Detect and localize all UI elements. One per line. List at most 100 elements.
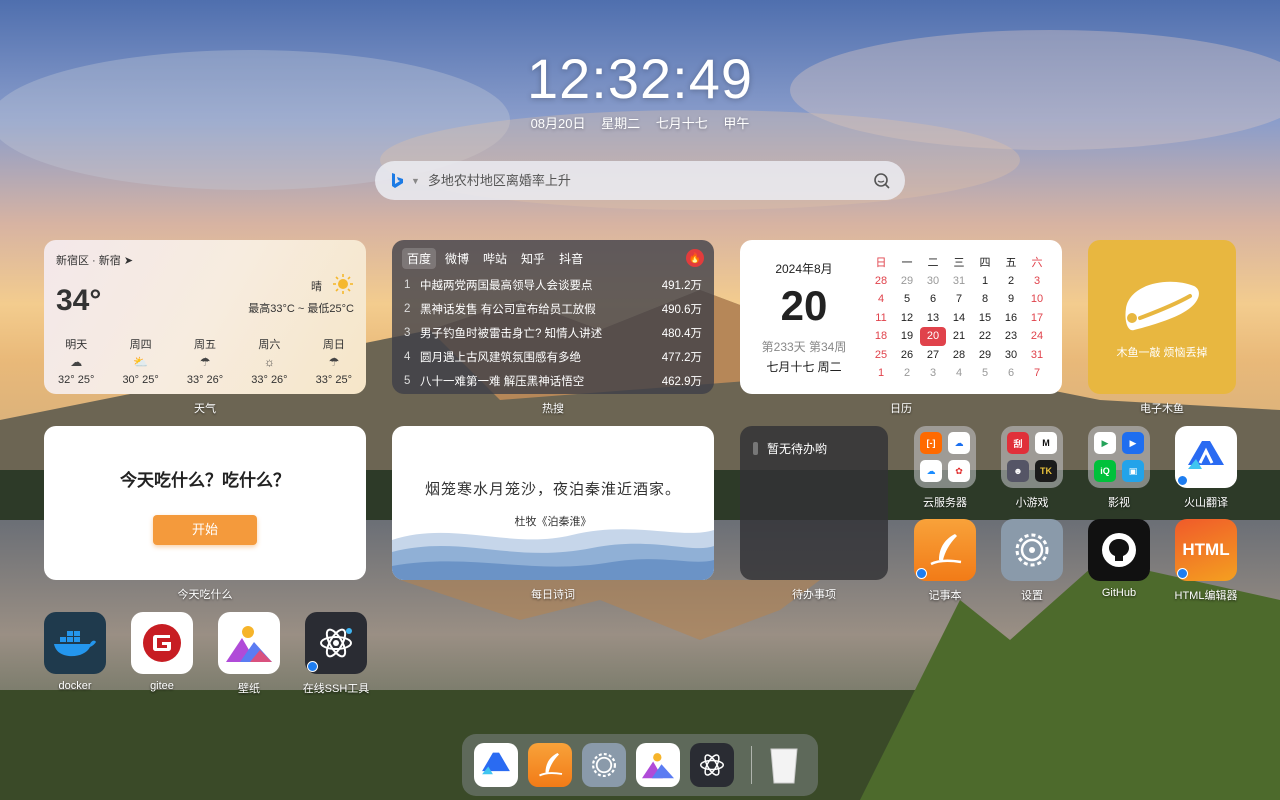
games-folder[interactable]: 刮 M ☻ TK bbox=[1001, 426, 1063, 488]
search-input[interactable] bbox=[427, 173, 873, 188]
what-to-eat-widget: 今天吃什么？吃什么？ 开始 bbox=[44, 426, 366, 580]
cal-cell[interactable]: 25 bbox=[868, 346, 894, 365]
date-text: 08月20日 bbox=[530, 116, 586, 131]
calendar-week: 第233天 第34周 bbox=[761, 340, 847, 354]
settings-app[interactable] bbox=[1001, 519, 1063, 581]
notes-app[interactable] bbox=[914, 519, 976, 581]
list-item[interactable]: 3 男子钓鱼时被雷击身亡? 知情人讲述 480.4万 bbox=[404, 321, 702, 345]
dock-notes[interactable] bbox=[528, 743, 572, 787]
lunar-text: 七月十七 bbox=[655, 116, 708, 131]
cal-cell[interactable]: 26 bbox=[894, 346, 920, 365]
cal-cell[interactable]: 29 bbox=[894, 272, 920, 291]
hot-value: 480.4万 bbox=[661, 328, 702, 340]
cal-cell[interactable]: 3 bbox=[920, 364, 946, 383]
cal-cell[interactable]: 13 bbox=[920, 309, 946, 328]
search-icon[interactable] bbox=[873, 172, 891, 190]
tab-bilibili[interactable]: 哔站 bbox=[478, 248, 512, 269]
cal-cell[interactable]: 31 bbox=[946, 272, 972, 291]
list-item[interactable]: 4 圆月遇上古风建筑氛围感有多绝 477.2万 bbox=[404, 345, 702, 369]
todo-widget[interactable]: 暂无待办哟 bbox=[740, 426, 888, 580]
tab-baidu[interactable]: 百度 bbox=[402, 248, 437, 269]
app-label: 记事本 bbox=[928, 590, 962, 602]
cal-cell[interactable]: 3 bbox=[1024, 272, 1050, 291]
calendar-widget[interactable]: 2024年8月 20 第233天 第34周 七月十七 周二 日 一 二 三 四 … bbox=[740, 240, 1062, 394]
cal-cell[interactable]: 22 bbox=[972, 327, 998, 346]
cal-cell[interactable]: 21 bbox=[946, 327, 972, 346]
cal-cell[interactable]: 8 bbox=[972, 290, 998, 309]
cal-cell[interactable]: 15 bbox=[972, 309, 998, 328]
cal-cell[interactable]: 4 bbox=[868, 290, 894, 309]
video-folder[interactable]: ▶ ▶ iQ ▣ bbox=[1088, 426, 1150, 488]
cal-cell[interactable]: 17 bbox=[1024, 309, 1050, 328]
ssh-tool-app[interactable] bbox=[305, 612, 367, 674]
m-game-icon: M bbox=[1035, 432, 1057, 454]
html-editor-app[interactable]: HTML bbox=[1175, 519, 1237, 581]
weather-location[interactable]: 新宿区 · 新宿 ➤ bbox=[56, 252, 133, 268]
calendar-label: 日历 bbox=[890, 403, 912, 415]
list-item[interactable]: 1 中越两党两国最高领导人会谈要点 491.2万 bbox=[404, 273, 702, 297]
cal-cell[interactable]: 30 bbox=[920, 272, 946, 291]
cal-cell[interactable]: 7 bbox=[946, 290, 972, 309]
cal-cell[interactable]: 5 bbox=[894, 290, 920, 309]
hot-title: 男子钓鱼时被雷击身亡? 知情人讲述 bbox=[420, 328, 603, 340]
rain-icon: ☂ bbox=[328, 355, 340, 369]
cal-cell[interactable]: 16 bbox=[998, 309, 1024, 328]
cal-cell[interactable]: 24 bbox=[1024, 327, 1050, 346]
dock-translate[interactable] bbox=[474, 743, 518, 787]
list-item[interactable]: 2 黑神话发售 有公司宣布给员工放假 490.6万 bbox=[404, 297, 702, 321]
cal-cell[interactable]: 30 bbox=[998, 346, 1024, 365]
cal-cell[interactable]: 14 bbox=[946, 309, 972, 328]
cal-cell[interactable]: 19 bbox=[894, 327, 920, 346]
engine-dropdown-icon[interactable]: ▼ bbox=[411, 176, 420, 186]
cal-cell[interactable]: 27 bbox=[920, 346, 946, 365]
cal-cell[interactable]: 18 bbox=[868, 327, 894, 346]
translate-icon bbox=[1188, 441, 1224, 469]
wallpaper-app[interactable] bbox=[218, 612, 280, 674]
poem-widget[interactable]: 烟笼寒水月笼沙，夜泊秦淮近酒家。 杜牧《泊秦淮》 bbox=[392, 426, 714, 580]
bing-icon[interactable] bbox=[389, 172, 405, 190]
cal-cell[interactable]: 28 bbox=[868, 272, 894, 291]
tab-douyin[interactable]: 抖音 bbox=[554, 248, 588, 269]
cal-cell[interactable]: 4 bbox=[946, 364, 972, 383]
cal-cell[interactable]: 29 bbox=[972, 346, 998, 365]
cal-cell[interactable]: 10 bbox=[1024, 290, 1050, 309]
atom-icon bbox=[320, 628, 352, 658]
cal-cell[interactable]: 1 bbox=[972, 272, 998, 291]
cal-cell[interactable]: 1 bbox=[868, 364, 894, 383]
cal-cell[interactable]: 12 bbox=[894, 309, 920, 328]
dock-wallpaper[interactable] bbox=[636, 743, 680, 787]
tab-zhihu[interactable]: 知乎 bbox=[516, 248, 550, 269]
volcano-translate-app[interactable] bbox=[1175, 426, 1237, 488]
list-item[interactable]: 5 八十一难第一难 解压黑神话悟空 462.9万 bbox=[404, 369, 702, 393]
forecast-temps: 30° 25° bbox=[122, 374, 159, 386]
tencent-cloud-icon: ☁ bbox=[920, 460, 942, 482]
dock-trash[interactable] bbox=[762, 743, 806, 787]
cal-cell-today[interactable]: 20 bbox=[920, 327, 946, 346]
tab-weibo[interactable]: 微博 bbox=[440, 248, 474, 269]
app-label: 云服务器 bbox=[923, 497, 967, 509]
cal-cell[interactable]: 28 bbox=[946, 346, 972, 365]
cal-cell[interactable]: 23 bbox=[998, 327, 1024, 346]
wooden-fish-widget[interactable]: 木鱼一敲 烦恼丢掉 bbox=[1088, 240, 1236, 394]
cal-cell[interactable]: 6 bbox=[998, 364, 1024, 383]
start-button[interactable]: 开始 bbox=[153, 515, 257, 545]
github-app[interactable] bbox=[1088, 519, 1150, 581]
cal-cell[interactable]: 31 bbox=[1024, 346, 1050, 365]
cal-cell[interactable]: 9 bbox=[998, 290, 1024, 309]
cal-cell[interactable]: 6 bbox=[920, 290, 946, 309]
gitee-app[interactable] bbox=[131, 612, 193, 674]
cal-cell[interactable]: 7 bbox=[1024, 364, 1050, 383]
dock-settings[interactable] bbox=[582, 743, 626, 787]
html-icon: HTML bbox=[1182, 540, 1230, 559]
cal-cell[interactable]: 5 bbox=[972, 364, 998, 383]
docker-app[interactable] bbox=[44, 612, 106, 674]
cloud-folder[interactable]: [-] ☁ ☁ ✿ bbox=[914, 426, 976, 488]
cal-cell[interactable]: 2 bbox=[998, 272, 1024, 291]
cal-cell[interactable]: 2 bbox=[894, 364, 920, 383]
weather-widget[interactable]: 新宿区 · 新宿 ➤ 34° 晴 最高33°C ~ 最低25°C 明天 ☁ 32° … bbox=[44, 240, 366, 394]
dock-ssh[interactable] bbox=[690, 743, 734, 787]
wooden-fish-icon bbox=[1125, 281, 1199, 331]
forecast-day-name: 明天 bbox=[65, 339, 88, 351]
cal-cell[interactable]: 11 bbox=[868, 309, 894, 328]
search-bar[interactable]: ▼ bbox=[375, 161, 905, 200]
